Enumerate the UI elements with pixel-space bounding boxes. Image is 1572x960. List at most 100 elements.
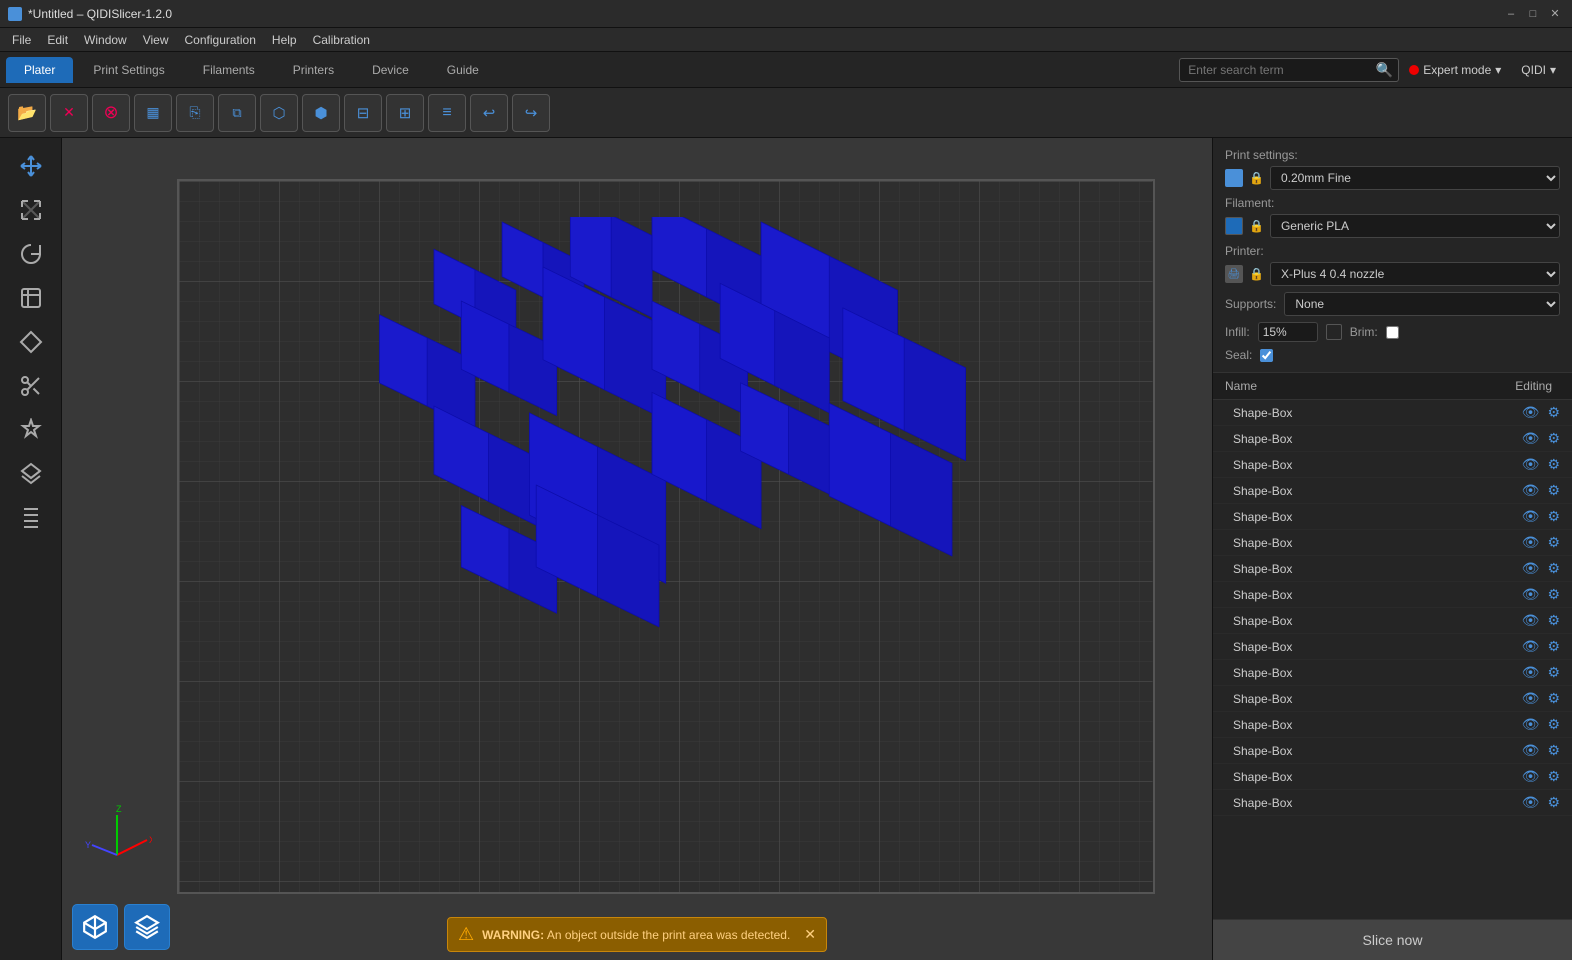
slice-button[interactable]: Slice now	[1213, 919, 1572, 960]
delete-button[interactable]: ✕	[50, 94, 88, 132]
edit-icon[interactable]: ⚙	[1547, 742, 1560, 759]
filament-dropdown[interactable]: Generic PLA	[1270, 214, 1560, 238]
visibility-icon[interactable]: 👁	[1522, 534, 1540, 551]
tab-plater[interactable]: Plater	[6, 57, 73, 83]
explode-button[interactable]: ⬢	[302, 94, 340, 132]
scale-tool[interactable]	[8, 190, 54, 230]
edit-icon[interactable]: ⚙	[1547, 586, 1560, 603]
objects-list: Name Editing Shape-Box 👁 ⚙ Shape-Box 👁 ⚙…	[1213, 373, 1572, 919]
paint-tool[interactable]	[8, 322, 54, 362]
edit-icon[interactable]: ⚙	[1547, 534, 1560, 551]
qidi-button[interactable]: QIDI ▾	[1511, 59, 1566, 81]
visibility-icon[interactable]: 👁	[1522, 560, 1540, 577]
visibility-icon[interactable]: 👁	[1522, 690, 1540, 707]
visibility-icon[interactable]: 👁	[1522, 664, 1540, 681]
3d-box-button[interactable]: ⬡	[260, 94, 298, 132]
menu-help[interactable]: Help	[264, 31, 305, 49]
copy-button[interactable]: ⎘	[176, 94, 214, 132]
left-sidebar	[0, 138, 62, 960]
rotate-tool[interactable]	[8, 234, 54, 274]
qidi-chevron-icon: ▾	[1550, 63, 1556, 77]
tab-print-settings[interactable]: Print Settings	[75, 57, 182, 83]
menu-calibration[interactable]: Calibration	[305, 31, 378, 49]
menu-file[interactable]: File	[4, 31, 39, 49]
cut-tool[interactable]	[8, 366, 54, 406]
infill-row: Infill: Brim:	[1225, 322, 1560, 342]
place-face-tool[interactable]	[8, 278, 54, 318]
multi-copy-button[interactable]: ⧉	[218, 94, 256, 132]
profile-dropdown[interactable]: 0.20mm Fine	[1270, 166, 1560, 190]
tab-guide[interactable]: Guide	[429, 57, 497, 83]
undo-button[interactable]: ↩	[470, 94, 508, 132]
menu-edit[interactable]: Edit	[39, 31, 76, 49]
menubar: File Edit Window View Configuration Help…	[0, 28, 1572, 52]
edit-icon[interactable]: ⚙	[1547, 560, 1560, 577]
grid-button[interactable]: ▦	[134, 94, 172, 132]
menu-view[interactable]: View	[135, 31, 177, 49]
edit-icon[interactable]: ⚙	[1547, 482, 1560, 499]
menu-window[interactable]: Window	[76, 31, 135, 49]
svg-text:X: X	[149, 835, 152, 845]
add-primitive-tool[interactable]	[8, 454, 54, 494]
redo-button[interactable]: ↪	[512, 94, 550, 132]
layers-view-button[interactable]	[124, 904, 170, 950]
arrange-tool[interactable]	[8, 498, 54, 538]
move-tool[interactable]	[8, 146, 54, 186]
visibility-icon[interactable]: 👁	[1522, 482, 1540, 499]
edit-icon[interactable]: ⚙	[1547, 690, 1560, 707]
cancel-button[interactable]: ⊗	[92, 94, 130, 132]
edit-icon[interactable]: ⚙	[1547, 430, 1560, 447]
visibility-icon[interactable]: 👁	[1522, 430, 1540, 447]
visibility-icon[interactable]: 👁	[1522, 716, 1540, 733]
edit-icon[interactable]: ⚙	[1547, 404, 1560, 421]
support-paint-tool[interactable]	[8, 410, 54, 450]
edit-icon[interactable]: ⚙	[1547, 794, 1560, 811]
search-icon[interactable]: 🔍	[1376, 61, 1393, 78]
viewport[interactable]: X Z Y ⚠ WARNING: An object outside the p…	[62, 138, 1212, 960]
brim-checkbox[interactable]	[1386, 326, 1399, 339]
edit-icon[interactable]: ⚙	[1547, 664, 1560, 681]
list-button[interactable]: ≡	[428, 94, 466, 132]
printer-dropdown[interactable]: X-Plus 4 0.4 nozzle	[1270, 262, 1560, 286]
infill-input[interactable]	[1258, 322, 1318, 342]
titlebar-controls: – □ ✕	[1502, 5, 1564, 23]
split-horizontal-button[interactable]: ⊟	[344, 94, 382, 132]
visibility-icon[interactable]: 👁	[1522, 768, 1540, 785]
supports-row: Supports: None	[1225, 292, 1560, 316]
edit-icon[interactable]: ⚙	[1547, 612, 1560, 629]
printer-lock-icon: 🔒	[1249, 267, 1264, 281]
visibility-icon[interactable]: 👁	[1522, 586, 1540, 603]
search-input[interactable]	[1179, 58, 1399, 82]
tab-device[interactable]: Device	[354, 57, 427, 83]
edit-icon[interactable]: ⚙	[1547, 508, 1560, 525]
edit-icon[interactable]: ⚙	[1547, 768, 1560, 785]
visibility-icon[interactable]: 👁	[1522, 404, 1540, 421]
supports-dropdown[interactable]: None	[1284, 292, 1560, 316]
maximize-button[interactable]: □	[1524, 5, 1542, 23]
filament-row: 🔒 Generic PLA	[1225, 214, 1560, 238]
expert-dot	[1409, 65, 1419, 75]
visibility-icon[interactable]: 👁	[1522, 638, 1540, 655]
seal-checkbox[interactable]	[1260, 349, 1273, 362]
expert-mode-toggle[interactable]: Expert mode ▾	[1399, 59, 1511, 81]
visibility-icon[interactable]: 👁	[1522, 456, 1540, 473]
search-area: 🔍 Expert mode ▾ QIDI ▾	[1179, 58, 1566, 82]
list-item: Shape-Box 👁 ⚙	[1213, 478, 1572, 504]
menu-configuration[interactable]: Configuration	[177, 31, 264, 49]
visibility-icon[interactable]: 👁	[1522, 742, 1540, 759]
3d-view-button[interactable]	[72, 904, 118, 950]
filament-lock-icon: 🔒	[1249, 219, 1264, 233]
visibility-icon[interactable]: 👁	[1522, 508, 1540, 525]
tab-printers[interactable]: Printers	[275, 57, 352, 83]
tab-filaments[interactable]: Filaments	[185, 57, 273, 83]
warning-close-button[interactable]: ✕	[804, 926, 816, 943]
edit-icon[interactable]: ⚙	[1547, 716, 1560, 733]
close-button[interactable]: ✕	[1546, 5, 1564, 23]
visibility-icon[interactable]: 👁	[1522, 612, 1540, 629]
split-vertical-button[interactable]: ⊞	[386, 94, 424, 132]
minimize-button[interactable]: –	[1502, 5, 1520, 23]
edit-icon[interactable]: ⚙	[1547, 456, 1560, 473]
visibility-icon[interactable]: 👁	[1522, 794, 1540, 811]
edit-icon[interactable]: ⚙	[1547, 638, 1560, 655]
open-folder-button[interactable]: 📂	[8, 94, 46, 132]
